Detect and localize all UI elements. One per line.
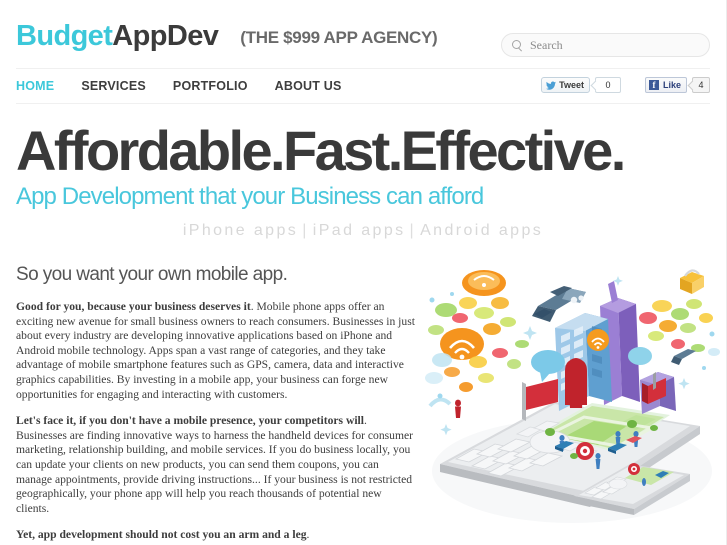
nav-list: HOME SERVICES PORTFOLIO ABOUT US (16, 79, 369, 93)
twitter-share[interactable]: Tweet 0 (541, 77, 621, 93)
platform-iphone: iPhone apps (182, 222, 299, 240)
twitter-bird-icon (546, 81, 557, 90)
platform-ipad: iPad apps (312, 222, 406, 240)
tweet-label: Tweet (559, 80, 584, 90)
wifi-badge-building (587, 329, 609, 352)
page-root: BudgetAppDev (THE $999 APP AGENCY) HOME … (0, 0, 727, 545)
nav-item-about-us[interactable]: ABOUT US (275, 79, 342, 93)
like-button[interactable]: f Like (644, 77, 687, 93)
nav-item-home[interactable]: HOME (16, 79, 54, 93)
paragraph-3-body: . (306, 528, 310, 542)
like-label: Like (662, 80, 681, 90)
section-title: So you want your own mobile app. (16, 264, 288, 286)
search-input[interactable] (530, 37, 699, 53)
tweet-button[interactable]: Tweet (541, 77, 590, 93)
hero-platform-list: iPhone apps | iPad apps | Android apps (16, 222, 710, 240)
hero-section: Affordable.Fast.Effective. App Developme… (0, 104, 726, 240)
content-column-left: So you want your own mobile app. Good fo… (16, 264, 416, 545)
content-column-right (425, 264, 720, 545)
hero-subtitle: App Development that your Business can a… (16, 183, 484, 211)
platform-separator-2: | (409, 222, 417, 240)
site-logo[interactable]: BudgetAppDev (16, 19, 219, 52)
paragraph-1: Good for you, because your business dese… (16, 300, 416, 402)
paragraph-3-lead: Yet, app development should not cost you… (16, 528, 307, 542)
main-content: So you want your own mobile app. Good fo… (0, 264, 726, 545)
main-navigation: HOME SERVICES PORTFOLIO ABOUT US Tweet 0… (16, 68, 710, 104)
platform-android: Android apps (420, 222, 544, 240)
paragraph-2-body: . Businesses are finding innovative ways… (16, 414, 413, 515)
logo-primary: Budget (16, 19, 113, 52)
facebook-icon: f (648, 80, 659, 90)
platform-separator-1: | (302, 222, 309, 240)
logo-secondary: AppDev (112, 19, 219, 52)
isometric-mobile-city-illustration (425, 269, 720, 524)
site-header: BudgetAppDev (THE $999 APP AGENCY) (0, 0, 726, 68)
paragraph-3: Yet, app development should not cost you… (16, 528, 416, 543)
speech-bubble-small (628, 347, 652, 366)
paragraph-2-lead: Let's face it, if you don't have a mobil… (16, 414, 364, 428)
search-box[interactable] (501, 33, 710, 57)
paragraph-1-body: . Mobile phone apps offer an exciting ne… (16, 300, 415, 401)
search-icon (512, 39, 523, 51)
hero-title: Affordable.Fast.Effective. (16, 119, 626, 182)
paragraph-2: Let's face it, if you don't have a mobil… (16, 414, 416, 516)
facebook-like[interactable]: f Like 4 (644, 77, 710, 93)
social-share-group: Tweet 0 f Like 4 (541, 77, 710, 93)
nav-item-services[interactable]: SERVICES (81, 79, 146, 93)
site-tagline: (THE $999 APP AGENCY) (240, 27, 438, 47)
icon-cloud-left (425, 270, 529, 408)
tweet-count: 0 (594, 77, 621, 93)
paragraph-1-lead: Good for you, because your business dese… (16, 300, 251, 314)
padlock-icon (680, 269, 704, 295)
nav-item-portfolio[interactable]: PORTFOLIO (173, 79, 248, 93)
like-count: 4 (692, 77, 710, 93)
